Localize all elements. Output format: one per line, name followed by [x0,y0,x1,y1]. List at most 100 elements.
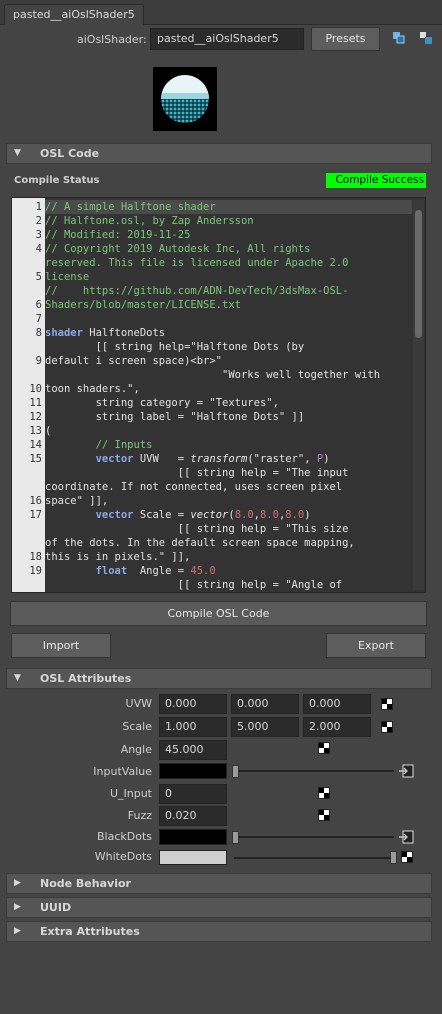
line-number: 2 [35,215,42,227]
code-line: shader HalftoneDots [45,327,166,339]
expand-arrow-icon: ▶ [14,878,21,888]
line-number: 19 [29,565,42,577]
map-button-icon[interactable] [381,698,393,713]
section-title: OSL Code [40,147,100,160]
export-button[interactable]: Export [326,633,426,658]
map-button-icon[interactable] [381,721,393,736]
hide-icon[interactable] [420,32,432,44]
code-line: // A simple Halftone shader [45,200,412,214]
line-number: 15 [29,453,42,465]
section-title: OSL Attributes [40,672,132,685]
fuzz-label: Fuzz [127,809,152,822]
code-line: string category = "Textures", [45,397,279,409]
code-line: space" ]], [45,495,109,507]
line-number: 14 [29,439,42,451]
white-dots-slider-track[interactable] [234,857,394,859]
white-dots-color-swatch[interactable] [159,850,227,865]
code-line: reserved. This file is licensed under Ap… [45,257,349,269]
code-line: toon shaders.", [45,383,140,395]
line-number: 16 [29,495,42,507]
line-number: 7 [35,313,42,325]
map-button-icon[interactable] [318,809,330,824]
section-node-behavior[interactable]: ▶ Node Behavior [6,873,432,894]
black-dots-label: BlackDots [96,830,152,843]
code-scrollbar[interactable] [413,200,424,590]
line-number: 9 [35,355,42,367]
angle-field[interactable]: 45.000 [159,740,227,760]
line-number: 3 [35,229,42,241]
scale-x-field[interactable]: 1.000 [159,717,227,737]
uvw-label: UVW [125,697,152,710]
import-button[interactable]: Import [11,633,111,658]
code-text-area[interactable]: // A simple Halftone shader// Halftone.o… [45,198,412,592]
map-button-icon[interactable] [318,787,330,802]
map-button-icon[interactable] [401,851,413,866]
section-title: UUID [40,901,72,914]
code-line: this is in pixels." ]], [45,551,191,563]
input-value-slider-handle[interactable] [232,765,239,778]
node-name-field[interactable]: pasted__aiOslShader5 [150,28,304,50]
code-line: // Inputs [45,439,153,451]
section-title: Node Behavior [40,877,131,890]
u-input-field[interactable]: 0 [159,784,227,804]
code-line: license [45,271,90,283]
line-number: 8 [35,327,42,339]
code-line: float Angle = 45.0 [95,565,216,577]
code-line: string label = "Halftone Dots" ]] [45,411,305,423]
tab-bar: pasted__aiOslShader5 [0,0,442,25]
input-value-slider-track[interactable] [234,770,394,772]
shader-swatch [153,67,217,131]
section-title: Extra Attributes [40,925,140,938]
section-osl-code[interactable]: ▼ OSL Code [6,143,432,164]
line-number: 6 [35,299,42,311]
code-line: ( [45,425,52,437]
collapse-arrow-icon: ▼ [14,673,21,683]
presets-button[interactable]: Presets [311,27,380,51]
input-value-label: InputValue [93,765,152,778]
tab-node[interactable]: pasted__aiOslShader5 [4,4,144,25]
collapse-arrow-icon: ▼ [14,148,21,158]
uvw-z-field[interactable]: 0.000 [303,694,371,714]
line-number: 17 [29,509,42,521]
black-dots-slider-handle[interactable] [232,831,239,844]
scale-y-field[interactable]: 5.000 [231,717,299,737]
expand-arrow-icon: ▶ [14,902,21,912]
line-number: 12 [29,411,42,423]
map-button-icon[interactable] [318,742,330,757]
code-line: // https://github.com/ADN-DevTech/3dsMax… [45,285,349,297]
map-input-icon[interactable] [399,764,414,781]
section-extra-attributes[interactable]: ▶ Extra Attributes [6,921,432,942]
fuzz-field[interactable]: 0.020 [159,806,227,826]
code-scrollbar-thumb[interactable] [415,210,422,338]
code-line: // Modified: 2019-11-25 [45,229,191,241]
scale-label: Scale [122,720,152,733]
code-line: [[ string help="Halftone Dots (by [45,341,305,353]
section-osl-attributes[interactable]: ▼ OSL Attributes [6,668,432,689]
line-number: 4 [35,243,42,255]
black-dots-slider-track[interactable] [234,836,394,838]
code-line: coordinate. If not connected, uses scree… [45,481,343,493]
code-line: "Works well together with [45,369,381,381]
code-editor[interactable]: 1 2 3 4 5 6 7 8 9 10 11 12 13 14 15 16 17 18 19 // A simpl… [11,197,426,593]
input-value-color-swatch[interactable] [159,763,227,779]
line-number-gutter: 1 2 3 4 5 6 7 8 9 10 11 12 13 14 15 16 17 18 19 [12,198,45,592]
u-input-label: U_Input [109,787,152,800]
code-line: // Copyright 2019 Autodesk Inc, All righ… [45,243,311,255]
compile-osl-code-button[interactable]: Compile OSL Code [10,601,427,626]
show-input-output-icon[interactable] [393,32,405,44]
code-line: default i screen space)<br>" [45,355,223,367]
uvw-x-field[interactable]: 0.000 [159,694,227,714]
black-dots-color-swatch[interactable] [159,829,227,845]
white-dots-slider-handle[interactable] [390,851,397,864]
map-input-icon[interactable] [399,830,414,847]
code-line: [[ string help = "Angle of [45,579,343,591]
scale-z-field[interactable]: 2.000 [303,717,371,737]
code-line: vector UVW = transform("raster", P) [95,453,330,465]
white-dots-label: WhiteDots [94,850,152,863]
code-line: of the dots. In the default screen space… [45,537,355,549]
section-uuid[interactable]: ▶ UUID [6,897,432,918]
line-number: 5 [35,271,42,283]
uvw-y-field[interactable]: 0.000 [231,694,299,714]
compile-status-badge: Compile Success [326,173,426,188]
code-line: [[ string help = "The input [45,467,349,479]
